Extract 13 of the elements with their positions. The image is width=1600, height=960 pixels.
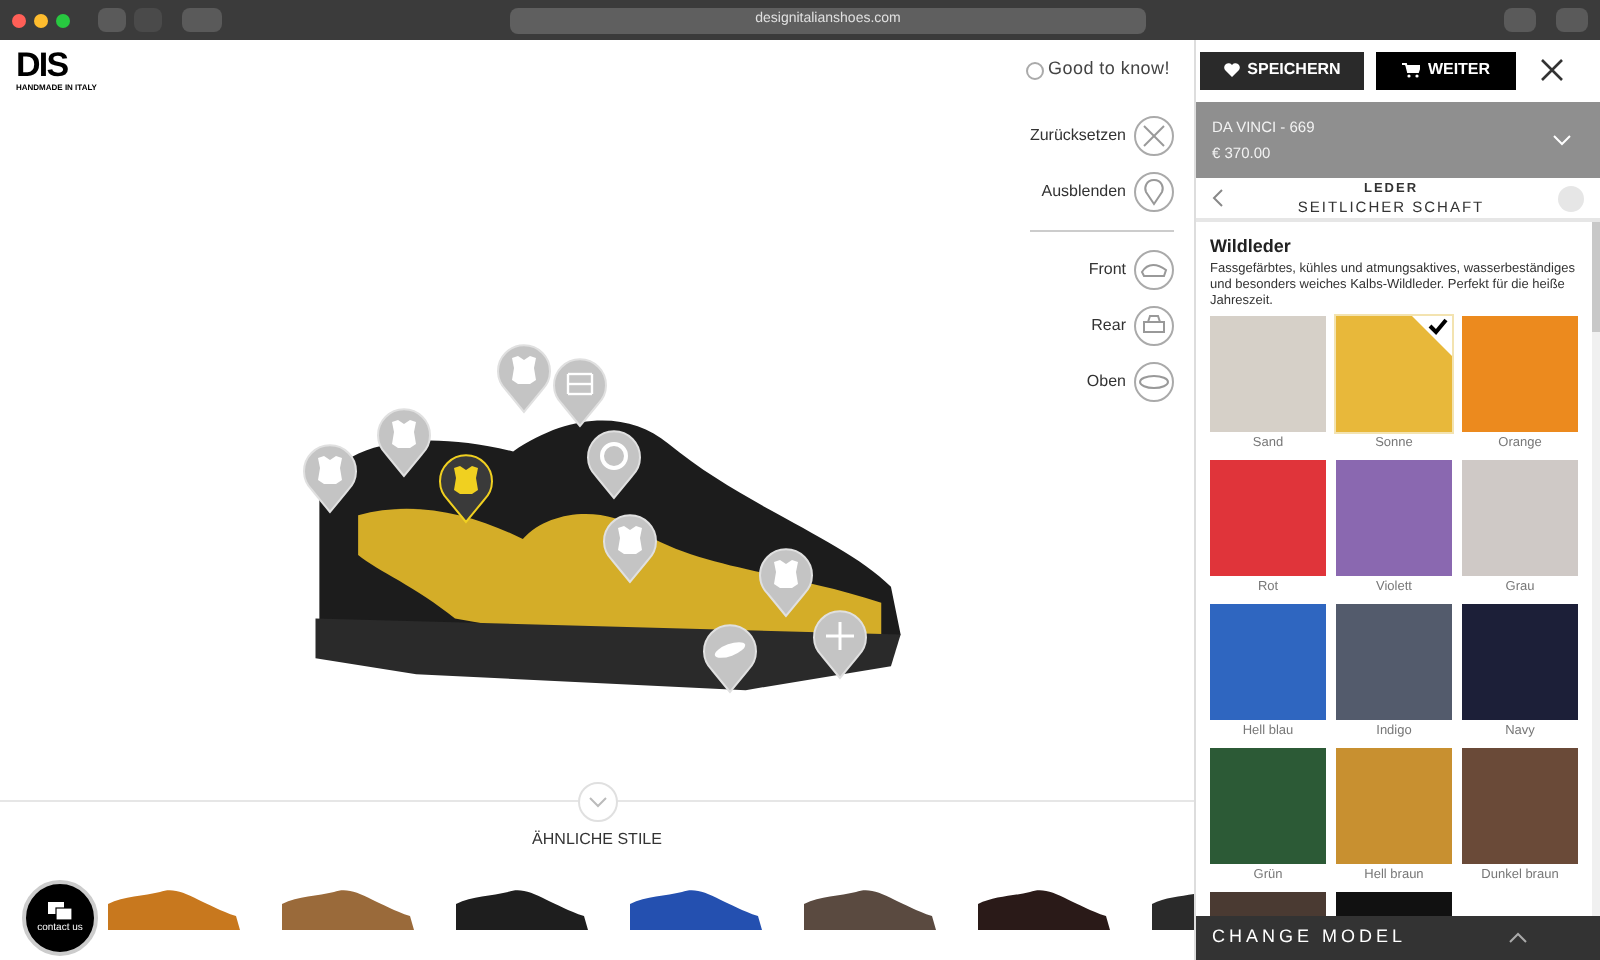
next-button[interactable]: WEITER (1376, 51, 1516, 89)
view-control-label[interactable]: Ausblenden (1041, 180, 1126, 204)
view-control-label[interactable]: Front (1088, 258, 1126, 282)
save-button[interactable]: SPEICHERN (1200, 51, 1364, 89)
brand-logo[interactable]: DIS (16, 49, 97, 81)
change-model-label: CHANGE MODEL (1212, 924, 1407, 951)
view-control-label[interactable]: Rear (1091, 314, 1126, 338)
section-title: ÄHNLICHE STILE (532, 828, 662, 852)
view-control-label[interactable]: Zurücksetzen (1029, 124, 1126, 148)
info-link[interactable]: Good to know! (1048, 56, 1170, 84)
change-model-bar[interactable]: CHANGE MODEL (1196, 916, 1600, 960)
view-control-label[interactable]: Oben (1086, 370, 1126, 394)
material-title: Wildleder (1210, 234, 1293, 260)
